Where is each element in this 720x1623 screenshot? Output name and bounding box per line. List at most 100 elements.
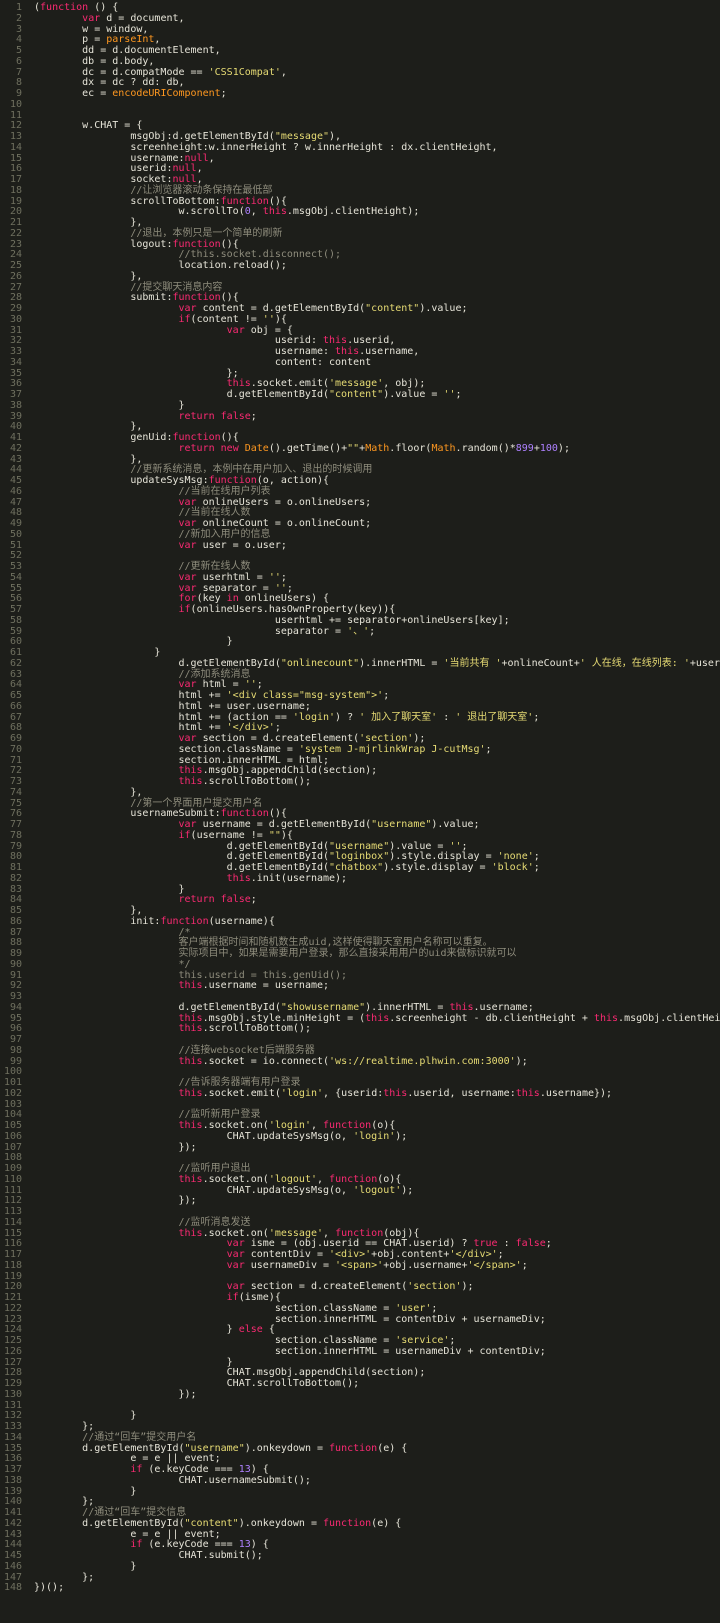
code-line[interactable]: 146 }	[0, 1560, 720, 1573]
line-number: 146	[3, 1560, 22, 1572]
line-number: 148	[3, 1582, 22, 1594]
line-number: 2	[15, 12, 22, 24]
line-code: section.className = 'user';	[34, 1302, 438, 1314]
line-code: if(username != ""){	[178, 829, 293, 841]
code-line[interactable]: 74 },	[0, 786, 720, 799]
line-code: //新加入用户的信息	[178, 528, 271, 540]
line-code: this.scrollToBottom();	[178, 1023, 311, 1035]
line-number: 130	[3, 1388, 22, 1400]
code-line[interactable]: 126 section.innerHTML = usernameDiv + co…	[0, 1345, 720, 1358]
code-line[interactable]: 102 this.socket.emit('login', {userid:th…	[0, 1087, 720, 1100]
code-line[interactable]: 106 CHAT.updateSysMsg(o, 'login');	[0, 1130, 720, 1143]
line-number: 22	[9, 227, 22, 239]
line-number: 106	[3, 1130, 22, 1142]
line-code: html += user.username;	[34, 700, 311, 712]
line-code: this.username = username;	[178, 980, 330, 992]
line-number: 122	[3, 1302, 22, 1314]
line-code: d.getElementById("onlinecount").innerHTM…	[34, 657, 720, 669]
line-number: 102	[3, 1087, 22, 1099]
code-line[interactable]: 54 var userhtml = '';	[0, 571, 720, 584]
code-line[interactable]: 122 section.className = 'user';	[0, 1302, 720, 1315]
line-number: 118	[3, 1259, 22, 1271]
line-code: //监听消息发送	[178, 1216, 251, 1228]
code-line[interactable]: 22 //退出，本例只是一个简单的刷新	[0, 227, 720, 240]
code-line[interactable]: 147 };	[0, 1572, 720, 1584]
line-code: //退出，本例只是一个简单的刷新	[130, 227, 283, 239]
code-line[interactable]: 138 CHAT.usernameSubmit();	[0, 1474, 720, 1487]
code-line[interactable]: 18 //让浏览器滚动条保持在最低部	[0, 184, 720, 197]
code-line[interactable]: 38 }	[0, 399, 720, 412]
line-number: 30	[9, 313, 22, 325]
code-line[interactable]: 99 this.socket = io.connect('ws://realti…	[0, 1055, 720, 1068]
line-code: if(content != ''){	[178, 313, 287, 325]
code-line[interactable]: 42 return new Date().getTime()+""+Math.f…	[0, 442, 720, 455]
code-line[interactable]: 130 });	[0, 1388, 720, 1401]
line-number: 74	[9, 786, 22, 798]
code-editor[interactable]: 1 (function () {2 var d = document, 3 w = …	[0, 0, 720, 1623]
line-code: }	[34, 399, 185, 411]
code-line[interactable]: 142 d.getElementById("content").onkeydow…	[0, 1517, 720, 1530]
code-line[interactable]: 92 this.username = username;	[0, 980, 720, 992]
line-number: 138	[3, 1474, 22, 1486]
code-line[interactable]: 70 section.className = 'system J-mjrlink…	[0, 743, 720, 756]
line-code: d.getElementById("showusername").innerHT…	[34, 1001, 534, 1013]
line-number: 50	[9, 528, 22, 540]
line-number: 98	[9, 1044, 22, 1056]
line-number: 58	[9, 614, 22, 626]
code-line[interactable]: 51 var user = o.user;	[0, 540, 720, 552]
line-number: 14	[9, 141, 22, 153]
line-number: 126	[3, 1345, 22, 1357]
line-code: section.className = 'system J-mjrlinkWra…	[34, 743, 492, 755]
line-code: //当前在线用户列表	[178, 485, 271, 497]
line-code: init:function(username){	[34, 915, 275, 927]
line-code: db = d.body,	[34, 55, 155, 67]
line-number: 6	[15, 55, 22, 67]
line-code: userhtml += separator+onlineUsers[key];	[34, 614, 510, 626]
line-code: section.innerHTML = usernameDiv + conten…	[34, 1345, 546, 1357]
code-line[interactable]: 148})();	[0, 1582, 720, 1594]
code-line[interactable]: 132 }	[0, 1410, 720, 1422]
line-code: screenheight:w.innerHeight ? w.innerHeig…	[34, 141, 498, 153]
code-line[interactable]: 118 var usernameDiv = '<span>'+obj.usern…	[0, 1259, 720, 1272]
code-line[interactable]: 46 //当前在线用户列表	[0, 485, 720, 498]
line-number: 66	[9, 700, 22, 712]
code-line[interactable]: 86 init:function(username){	[0, 915, 720, 928]
line-code: this.socket = io.connect('ws://realtime.…	[178, 1055, 528, 1067]
line-code: },	[34, 786, 143, 798]
code-line[interactable]: 139 }	[0, 1486, 720, 1498]
code-line[interactable]: 6 db = d.body,	[0, 55, 720, 68]
line-code: this.socket.on('logout', function(o){	[178, 1173, 402, 1185]
code-line[interactable]: 34 content: content	[0, 356, 720, 369]
line-number: 134	[3, 1431, 22, 1443]
code-line[interactable]: 96 this.scrollToBottom();	[0, 1023, 720, 1035]
line-code: CHAT.updateSysMsg(o, 'login');	[34, 1130, 408, 1142]
code-line[interactable]: 62 d.getElementById("onlinecount").inner…	[0, 657, 720, 670]
line-code: d.getElementById("content").onkeydown = …	[34, 1517, 402, 1529]
code-line[interactable]: 9 ec = encodeURIComponent;	[0, 88, 720, 100]
line-number: 94	[9, 1001, 22, 1013]
line-number: 26	[9, 270, 22, 282]
line-number: 82	[9, 872, 22, 884]
line-number: 18	[9, 184, 22, 196]
code-line[interactable]: 2 var d = document,	[0, 12, 720, 25]
code-line[interactable]: 26 },	[0, 270, 720, 283]
line-number: 54	[9, 571, 22, 583]
line-code: ec = encodeURIComponent;	[34, 88, 227, 99]
line-number: 62	[9, 657, 22, 669]
code-line[interactable]: 14 screenheight:w.innerHeight ? w.innerH…	[0, 141, 720, 154]
line-code: });	[34, 1141, 197, 1153]
code-line[interactable]: 82 this.init(username);	[0, 872, 720, 885]
code-line[interactable]: 10	[0, 98, 720, 111]
line-number: 38	[9, 399, 22, 411]
line-number: 34	[9, 356, 22, 368]
line-number: 78	[9, 829, 22, 841]
line-number: 10	[9, 98, 22, 110]
line-code: var userhtml = '';	[178, 571, 287, 583]
code-line[interactable]: 107 });	[0, 1141, 720, 1154]
code-line[interactable]: 50 //新加入用户的信息	[0, 528, 720, 541]
code-line[interactable]: 30 if(content != ''){	[0, 313, 720, 326]
code-line[interactable]: 112 });	[0, 1195, 720, 1207]
line-code: content: content	[34, 356, 372, 368]
line-number: 42	[9, 442, 22, 454]
line-code: var d = document,	[82, 12, 185, 24]
